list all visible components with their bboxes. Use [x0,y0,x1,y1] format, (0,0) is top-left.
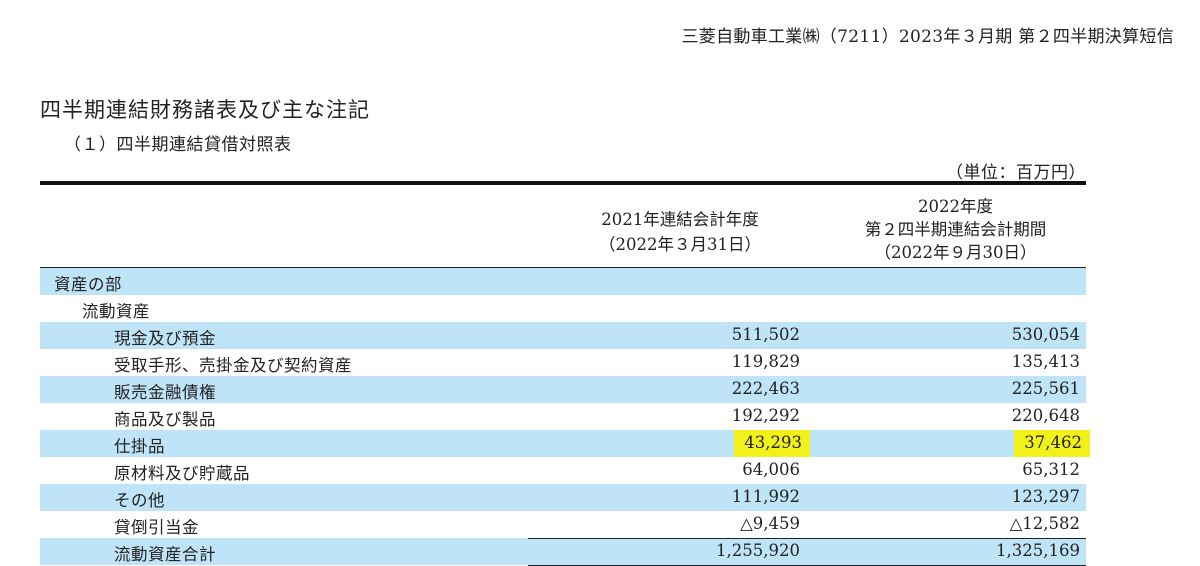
section-title: 四半期連結財務諸表及び主な注記 [40,98,370,122]
prior-year-value: 192,292 [731,406,800,425]
table-row: 資産の部 [40,268,1086,295]
current-quarter-value: 123,297 [1011,487,1080,506]
current-quarter-value: 220,648 [1011,406,1080,425]
row-label: 商品及び製品 [114,410,216,429]
table-row: 貸倒引当金 △9,459 △12,582 [40,511,1086,538]
row-label: 原材料及び貯蔵品 [114,464,250,483]
column-header-current-period: 第２四半期連結会計期間 [864,220,1047,239]
column-header-prior-year: 2021年連結会計年度 （2022年３月31日） [545,207,815,257]
row-label: 仕掛品 [114,437,165,456]
balance-sheet-table: 2021年連結会計年度 （2022年３月31日） 2022年度 第２四半期連結会… [40,181,1090,566]
current-quarter-value-highlighted: 37,462 [1014,430,1090,457]
table-row: 現金及び預金 511,502 530,054 [40,322,1086,349]
current-quarter-value: 225,561 [1011,379,1080,398]
prior-year-total: 1,255,920 [716,541,800,560]
column-header: 2021年連結会計年度 （2022年３月31日） 2022年度 第２四半期連結会… [40,185,1086,268]
unit-label: （単位：百万円） [946,163,1086,183]
prior-year-value: 222,463 [731,379,800,398]
document-header: 三菱自動車工業㈱（7211）2023年３月期 第２四半期決算短信 [681,27,1174,47]
row-label: 資産の部 [54,275,122,294]
row-label: 現金及び預金 [114,329,216,348]
prior-year-value: △9,459 [740,514,800,533]
highlight-mark: 37,462 [1014,430,1090,457]
current-quarter-value: 135,413 [1011,352,1080,371]
column-header-current-quarter: 2022年度 第２四半期連結会計期間 （2022年９月30日） [825,195,1086,264]
current-quarter-value: △12,582 [1009,514,1080,533]
table-row: 原材料及び貯蔵品 64,006 65,312 [40,457,1086,484]
current-quarter-value: 65,312 [1022,460,1080,479]
row-label: 貸倒引当金 [114,518,199,537]
table-row: 流動資産 [40,295,1086,322]
prior-year-value: 64,006 [742,460,800,479]
current-quarter-total: 1,325,169 [996,541,1080,560]
column-header-prior-year-date: （2022年３月31日） [599,235,761,254]
row-label: 販売金融債権 [114,383,216,402]
subsection-title: （１）四半期連結貸借対照表 [64,135,292,155]
table-row-total: 流動資産合計 1,255,920 1,325,169 [40,538,1086,565]
table-row: 販売金融債権 222,463 225,561 [40,376,1086,403]
table-row: その他 111,992 123,297 [40,484,1086,511]
column-header-current-date: （2022年９月30日） [874,243,1037,262]
current-quarter-value: 530,054 [1011,325,1080,344]
table-row: 受取手形、売掛金及び契約資産 119,829 135,413 [40,349,1086,376]
prior-year-value: 511,502 [731,325,800,344]
row-label: 受取手形、売掛金及び契約資産 [114,356,352,375]
row-label: その他 [114,491,165,510]
row-label: 流動資産 [82,302,150,321]
prior-year-value: 119,829 [731,352,800,371]
row-label: 流動資産合計 [114,545,216,564]
prior-year-value: 111,992 [731,487,800,506]
prior-year-value-highlighted: 43,293 [734,430,810,457]
total-rule [528,538,1086,539]
column-header-prior-year-title: 2021年連結会計年度 [601,210,759,229]
table-row: 商品及び製品 192,292 220,648 [40,403,1086,430]
highlight-mark: 43,293 [734,430,810,457]
table-row: 仕掛品 43,293 37,462 [40,430,1090,457]
column-header-current-year: 2022年度 [918,197,993,216]
